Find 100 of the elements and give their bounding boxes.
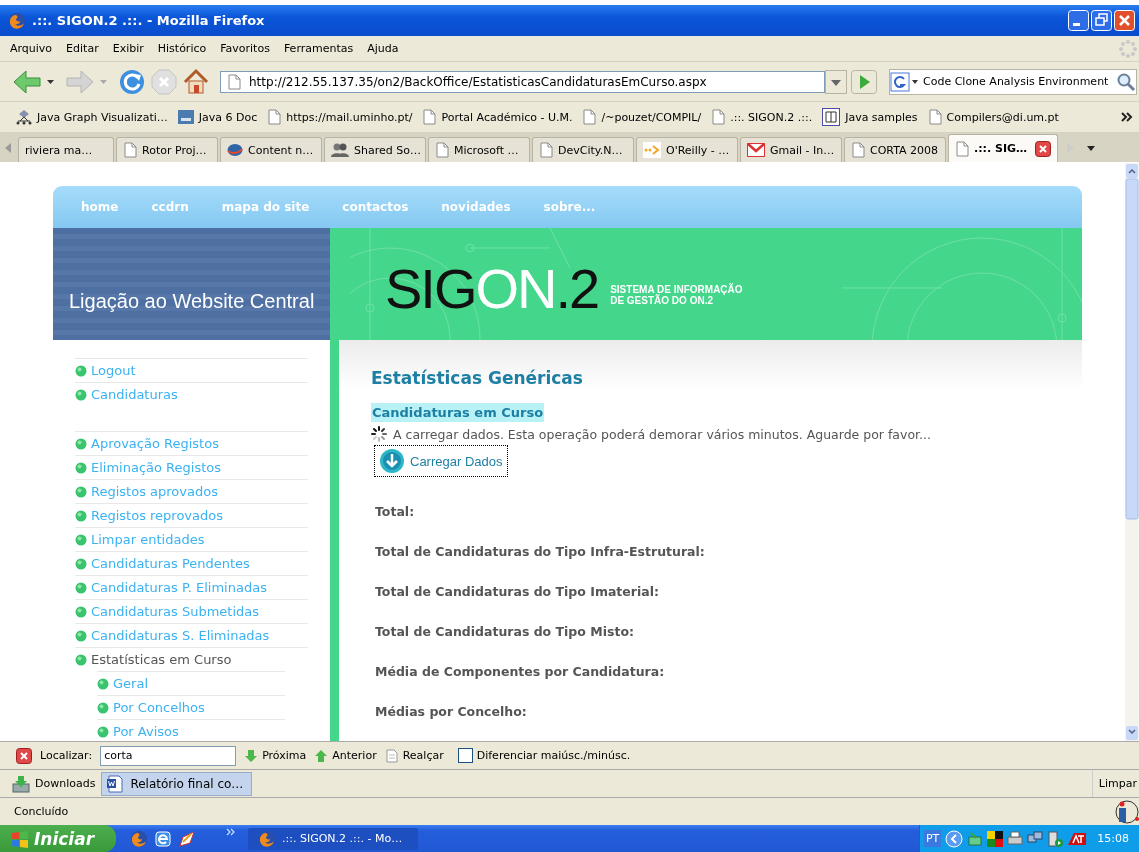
download-item[interactable]: Relatório final co… xyxy=(101,771,253,796)
java-doc-icon xyxy=(177,109,194,125)
restore-button[interactable] xyxy=(1091,10,1112,31)
firefox-icon[interactable] xyxy=(130,829,148,848)
home-button[interactable] xyxy=(182,67,210,96)
bullet-icon xyxy=(75,557,87,570)
bullet-icon xyxy=(75,485,87,498)
page-icon xyxy=(227,73,241,90)
firefox-icon xyxy=(258,829,276,848)
checkbox-label[interactable]: Diferenciar maiúsc./minúsc. xyxy=(476,749,631,762)
page-icon xyxy=(582,109,597,125)
close-tab-icon[interactable] xyxy=(1035,140,1051,157)
scrollbar[interactable] xyxy=(1125,163,1139,741)
dropdown-button[interactable] xyxy=(825,69,847,94)
bookmark-item[interactable]: Java Graph Visualizati… xyxy=(16,109,168,125)
printer-icon[interactable] xyxy=(1007,830,1024,847)
browser-tab[interactable]: O'Reilly - … xyxy=(636,137,738,162)
bookmark-item[interactable]: https://mail.uminho.pt/ xyxy=(267,109,413,125)
bullet-icon xyxy=(97,725,109,738)
find-next-button[interactable]: Próxima xyxy=(244,748,307,763)
bullet-icon xyxy=(75,653,87,666)
tagline-text: DE GESTÃO DO ON.2 xyxy=(610,295,713,306)
page-icon xyxy=(539,142,553,158)
envelope-icon xyxy=(747,143,765,157)
browser-tab[interactable]: .::. SIG… xyxy=(948,134,1058,162)
page-icon xyxy=(851,142,865,158)
bookmark-item[interactable]: Portal Académico - U.M. xyxy=(422,109,573,125)
language-indicator[interactable]: PT xyxy=(923,830,942,847)
downloads-button[interactable]: Downloads xyxy=(12,774,96,793)
stat-label: Total de Candidaturas do Tipo Imaterial: xyxy=(375,583,660,601)
paint-icon[interactable] xyxy=(178,829,196,848)
browser-tab[interactable]: Microsoft … xyxy=(428,137,530,162)
page-icon xyxy=(123,142,137,158)
menu-item[interactable]: Favoritos xyxy=(220,42,270,55)
arrow-dots-icon xyxy=(643,142,661,158)
menu-item[interactable]: Ferramentas xyxy=(283,42,354,55)
menu-item[interactable]: Exibir xyxy=(112,42,144,55)
match-case-checkbox[interactable] xyxy=(457,748,473,763)
color-squares-icon[interactable] xyxy=(987,830,1004,847)
bookmark-item[interactable]: Java 6 Doc xyxy=(177,109,258,125)
arrow-up-icon xyxy=(314,748,329,763)
browser-tab[interactable]: Rotor Proj… xyxy=(116,137,218,162)
bookmark-item[interactable]: /~pouzet/COMPIL/ xyxy=(582,109,702,125)
go-button[interactable] xyxy=(851,69,877,94)
menu-item[interactable]: Ajuda xyxy=(367,42,399,55)
website-link[interactable]: Ligação ao Website Central xyxy=(69,290,315,313)
browser-tab[interactable]: Content n… xyxy=(220,137,322,162)
search-engine-icon[interactable] xyxy=(890,70,920,93)
clock: 15:08 xyxy=(1097,832,1129,845)
stat-label: Total de Candidaturas do Tipo Misto: xyxy=(375,623,635,641)
search-icon[interactable] xyxy=(1116,71,1136,92)
address-field[interactable]: http://212.55.137.35/on2/BackOffice/EstatisticasCandidaturasEmCurso.aspx xyxy=(220,70,825,93)
word-document-icon xyxy=(106,774,125,793)
bookmark-item[interactable]: .::. SIGON.2 .::. xyxy=(711,109,813,125)
browser-tab[interactable]: Shared So… xyxy=(324,137,426,162)
firefox-icon xyxy=(8,11,26,30)
highlight-button[interactable]: Realçar xyxy=(384,748,444,763)
minimize-button[interactable] xyxy=(1068,10,1089,31)
find-previous-button[interactable]: Anterior xyxy=(314,748,377,763)
bullet-icon xyxy=(97,677,109,690)
status-text: Concluído xyxy=(14,805,70,818)
find-label: Localizar: xyxy=(40,749,93,762)
page-icon xyxy=(927,109,942,125)
section-title: Candidaturas em Curso xyxy=(371,403,545,422)
menu-item[interactable]: Histórico xyxy=(157,42,207,55)
browser-tab[interactable]: riviera ma… xyxy=(18,137,114,162)
bullet-icon xyxy=(75,629,87,642)
bookmark-item[interactable]: Java samples xyxy=(822,108,918,126)
bullet-icon xyxy=(75,509,87,522)
browser-tab[interactable]: DevCity.N… xyxy=(532,137,634,162)
menu-item[interactable]: Editar xyxy=(66,42,99,55)
browser-tab[interactable]: CORTA 2008 xyxy=(844,137,946,162)
tagline-text: SISTEMA DE INFORMAÇÃO xyxy=(610,284,743,295)
sidebar-link[interactable]: Estatísticas em Curso xyxy=(75,652,232,667)
menu-item[interactable]: Arquivo xyxy=(10,42,53,55)
sigon-logo: SIGON.2 xyxy=(385,255,599,321)
dropdown-arrow-icon[interactable] xyxy=(46,78,55,85)
search-field[interactable]: Code Clone Analysis Environment xyxy=(889,68,1137,95)
close-icon[interactable] xyxy=(16,747,32,764)
browser-icon[interactable] xyxy=(154,829,172,848)
server-icon[interactable] xyxy=(1047,830,1064,847)
highlighter-icon xyxy=(384,748,399,763)
browser-tab[interactable]: Gmail - In… xyxy=(740,137,842,162)
expand-tray-button[interactable] xyxy=(945,829,964,848)
taskbar-window-button[interactable]: .::. SIGON.2 .::. - Mo… xyxy=(248,827,418,850)
stat-label: Total: xyxy=(375,503,416,521)
bookmark-item[interactable]: Compilers@di.um.pt xyxy=(927,109,1059,125)
reload-button[interactable] xyxy=(118,67,146,96)
book-icon xyxy=(822,108,841,126)
close-button[interactable] xyxy=(1114,10,1135,31)
find-field[interactable]: corta xyxy=(100,745,237,766)
loading-spinner-icon xyxy=(371,426,387,442)
page-heading: Estatísticas Genéricas xyxy=(371,367,584,390)
chevron-icon[interactable] xyxy=(1121,112,1133,122)
bullet-icon xyxy=(75,364,87,377)
page-icon xyxy=(422,109,437,125)
bullet-icon xyxy=(75,461,87,474)
ati-logo-icon[interactable] xyxy=(1067,831,1088,846)
bullet-icon xyxy=(75,605,87,618)
load-data-button[interactable]: Carregar Dados xyxy=(374,445,508,477)
